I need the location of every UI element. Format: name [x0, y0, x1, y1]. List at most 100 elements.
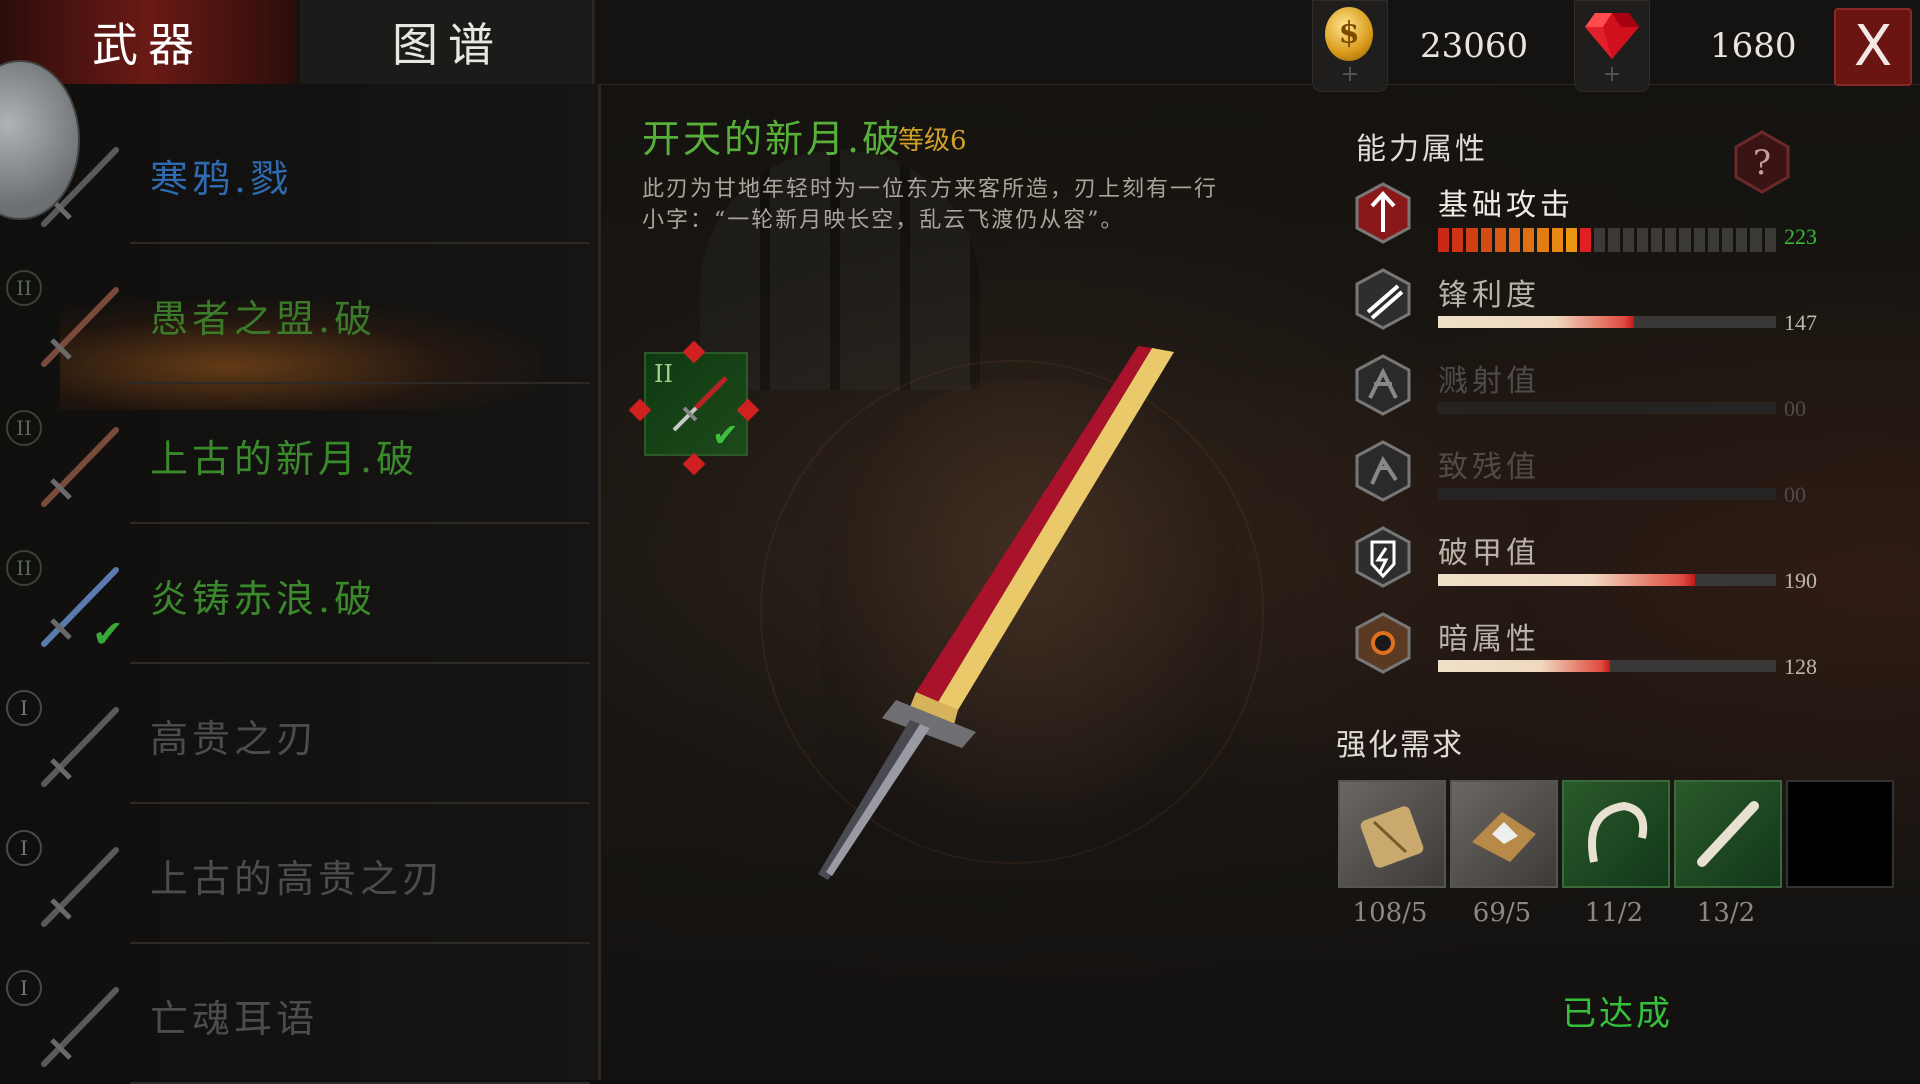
weapon-name: 高贵之刃	[150, 717, 319, 761]
requirements-title: 强化需求	[1336, 728, 1464, 763]
weapon-level: 等级6	[898, 126, 967, 156]
requirement-status: 已达成	[1562, 994, 1673, 1034]
wood-plank-icon	[1340, 782, 1444, 890]
stat-bar-segment	[1750, 228, 1762, 252]
stat-bar-fill	[1438, 574, 1695, 586]
stat-bar-segment	[1523, 228, 1535, 252]
attributes-title: 能力属性	[1356, 132, 1488, 167]
weapon-description: 此刃为甘地年轻时为一位东方来客所造，刃上刻有一行小字：“一轮新月映长空，乱云飞渡…	[642, 177, 1219, 233]
weapon-preview-sword	[818, 346, 1174, 880]
weapon-list-item[interactable]: II 炎铸赤浪.破	[0, 524, 590, 664]
stat-bar-segment	[1565, 228, 1578, 252]
divider	[592, 0, 594, 84]
stat-bar-segment	[1736, 228, 1748, 252]
claw-icon	[1564, 782, 1668, 890]
stat-bar-segment	[1693, 228, 1705, 252]
stat-bar	[1438, 228, 1776, 252]
material-slot[interactable]	[1562, 780, 1670, 888]
stat-name: 锋利度	[1438, 278, 1540, 313]
sword-icon	[30, 414, 130, 514]
equipped-check-icon: ✔	[92, 612, 124, 656]
help-icon[interactable]: ?	[1730, 130, 1794, 194]
stat-name: 基础攻击	[1438, 188, 1574, 223]
empty-material-slot[interactable]	[1786, 780, 1894, 888]
stat-bar-segment	[1466, 228, 1478, 252]
gold-amount: 23060	[1420, 26, 1529, 66]
stat-bar-segment	[1580, 228, 1592, 252]
material-count: 108/5	[1352, 898, 1428, 928]
divider	[598, 84, 601, 1080]
stat-bar	[1438, 402, 1776, 414]
stat-bar-segment	[1537, 228, 1549, 252]
stat-bar	[1438, 316, 1776, 328]
sharpness-icon	[1352, 268, 1414, 330]
weapon-list-item[interactable]: II 上古的新月.破	[0, 384, 590, 524]
weapon-list-item[interactable]: II 愚者之盟.破	[0, 244, 590, 384]
dark-element-icon	[1352, 612, 1414, 674]
stat-bar-segment	[1438, 228, 1450, 252]
weapon-name: 愚者之盟.破	[150, 297, 377, 341]
weapon-name: 上古的高贵之刃	[150, 857, 445, 901]
weapon-name: 炎铸赤浪.破	[150, 577, 377, 621]
plus-icon: +	[1340, 62, 1360, 87]
weapon-name: 上古的新月.破	[150, 437, 419, 481]
material-count: 11/2	[1584, 898, 1644, 928]
close-button[interactable]: X	[1834, 8, 1912, 86]
stat-bar-segment	[1480, 228, 1492, 252]
weapon-list-item[interactable]: I 上古的高贵之刃	[0, 804, 590, 944]
stat-bar-segment	[1679, 228, 1691, 252]
attack-icon	[1352, 182, 1414, 244]
weapon-title: 开天的新月.破	[642, 117, 904, 161]
stat-name: 暗属性	[1438, 622, 1540, 657]
stat-bar-segment	[1707, 228, 1720, 252]
weapon-name: 寒鸦.戮	[150, 157, 293, 201]
svg-text:?: ?	[1753, 143, 1771, 183]
weapon-list-item[interactable]: I 高贵之刃	[0, 664, 590, 804]
tab-codex[interactable]: 图谱	[300, 0, 596, 84]
stat-bar-segment	[1594, 228, 1606, 252]
stat-bar-segment	[1509, 228, 1521, 252]
splash-icon	[1352, 354, 1414, 416]
add-gems-button[interactable]: +	[1574, 0, 1650, 92]
ore-chunk-icon	[1452, 782, 1556, 890]
stat-bar	[1438, 574, 1776, 586]
armor-break-icon	[1352, 526, 1414, 588]
sword-icon	[30, 274, 130, 374]
stat-value: 147	[1784, 310, 1817, 335]
stat-bar-segment	[1764, 228, 1776, 252]
stat-value: 00	[1784, 482, 1806, 507]
stat-bar	[1438, 488, 1776, 500]
sword-icon	[30, 834, 130, 934]
gold-coin-icon: $	[1325, 7, 1373, 61]
weapon-name: 亡魂耳语	[150, 997, 319, 1041]
cripple-icon	[1352, 440, 1414, 502]
stat-bar-segment	[1452, 228, 1464, 252]
plus-icon: +	[1602, 62, 1622, 87]
ruby-gem-icon	[1585, 13, 1639, 59]
material-count: 69/5	[1472, 898, 1532, 928]
stat-bar-segment	[1608, 228, 1620, 252]
weapon-list-item[interactable]: 寒鸦.戮	[0, 104, 590, 244]
stat-name: 致残值	[1438, 450, 1540, 485]
material-count: 13/2	[1696, 898, 1756, 928]
stat-value: 00	[1784, 396, 1806, 421]
material-slot[interactable]	[1450, 780, 1558, 888]
stat-bar-segment	[1651, 228, 1663, 252]
stat-bar-segment	[1551, 228, 1563, 252]
stat-bar-segment	[1636, 228, 1649, 252]
stat-value: 223	[1784, 224, 1817, 249]
material-slot[interactable]	[1338, 780, 1446, 888]
material-slot[interactable]	[1674, 780, 1782, 888]
weapon-list-item[interactable]: I 亡魂耳语	[0, 944, 590, 1084]
gem-amount: 1680	[1710, 26, 1797, 66]
bone-icon	[1676, 782, 1780, 890]
check-icon: ✔	[712, 416, 739, 454]
stat-bar-fill	[1438, 316, 1635, 328]
stat-name: 破甲值	[1438, 536, 1540, 571]
stat-bar-segment	[1722, 228, 1734, 252]
stat-bar-segment	[1622, 228, 1634, 252]
weapon-slot[interactable]: II ✔	[644, 352, 748, 456]
add-gold-button[interactable]: $ +	[1312, 0, 1388, 92]
stat-value: 190	[1784, 568, 1817, 593]
stat-bar-segment	[1665, 228, 1677, 252]
